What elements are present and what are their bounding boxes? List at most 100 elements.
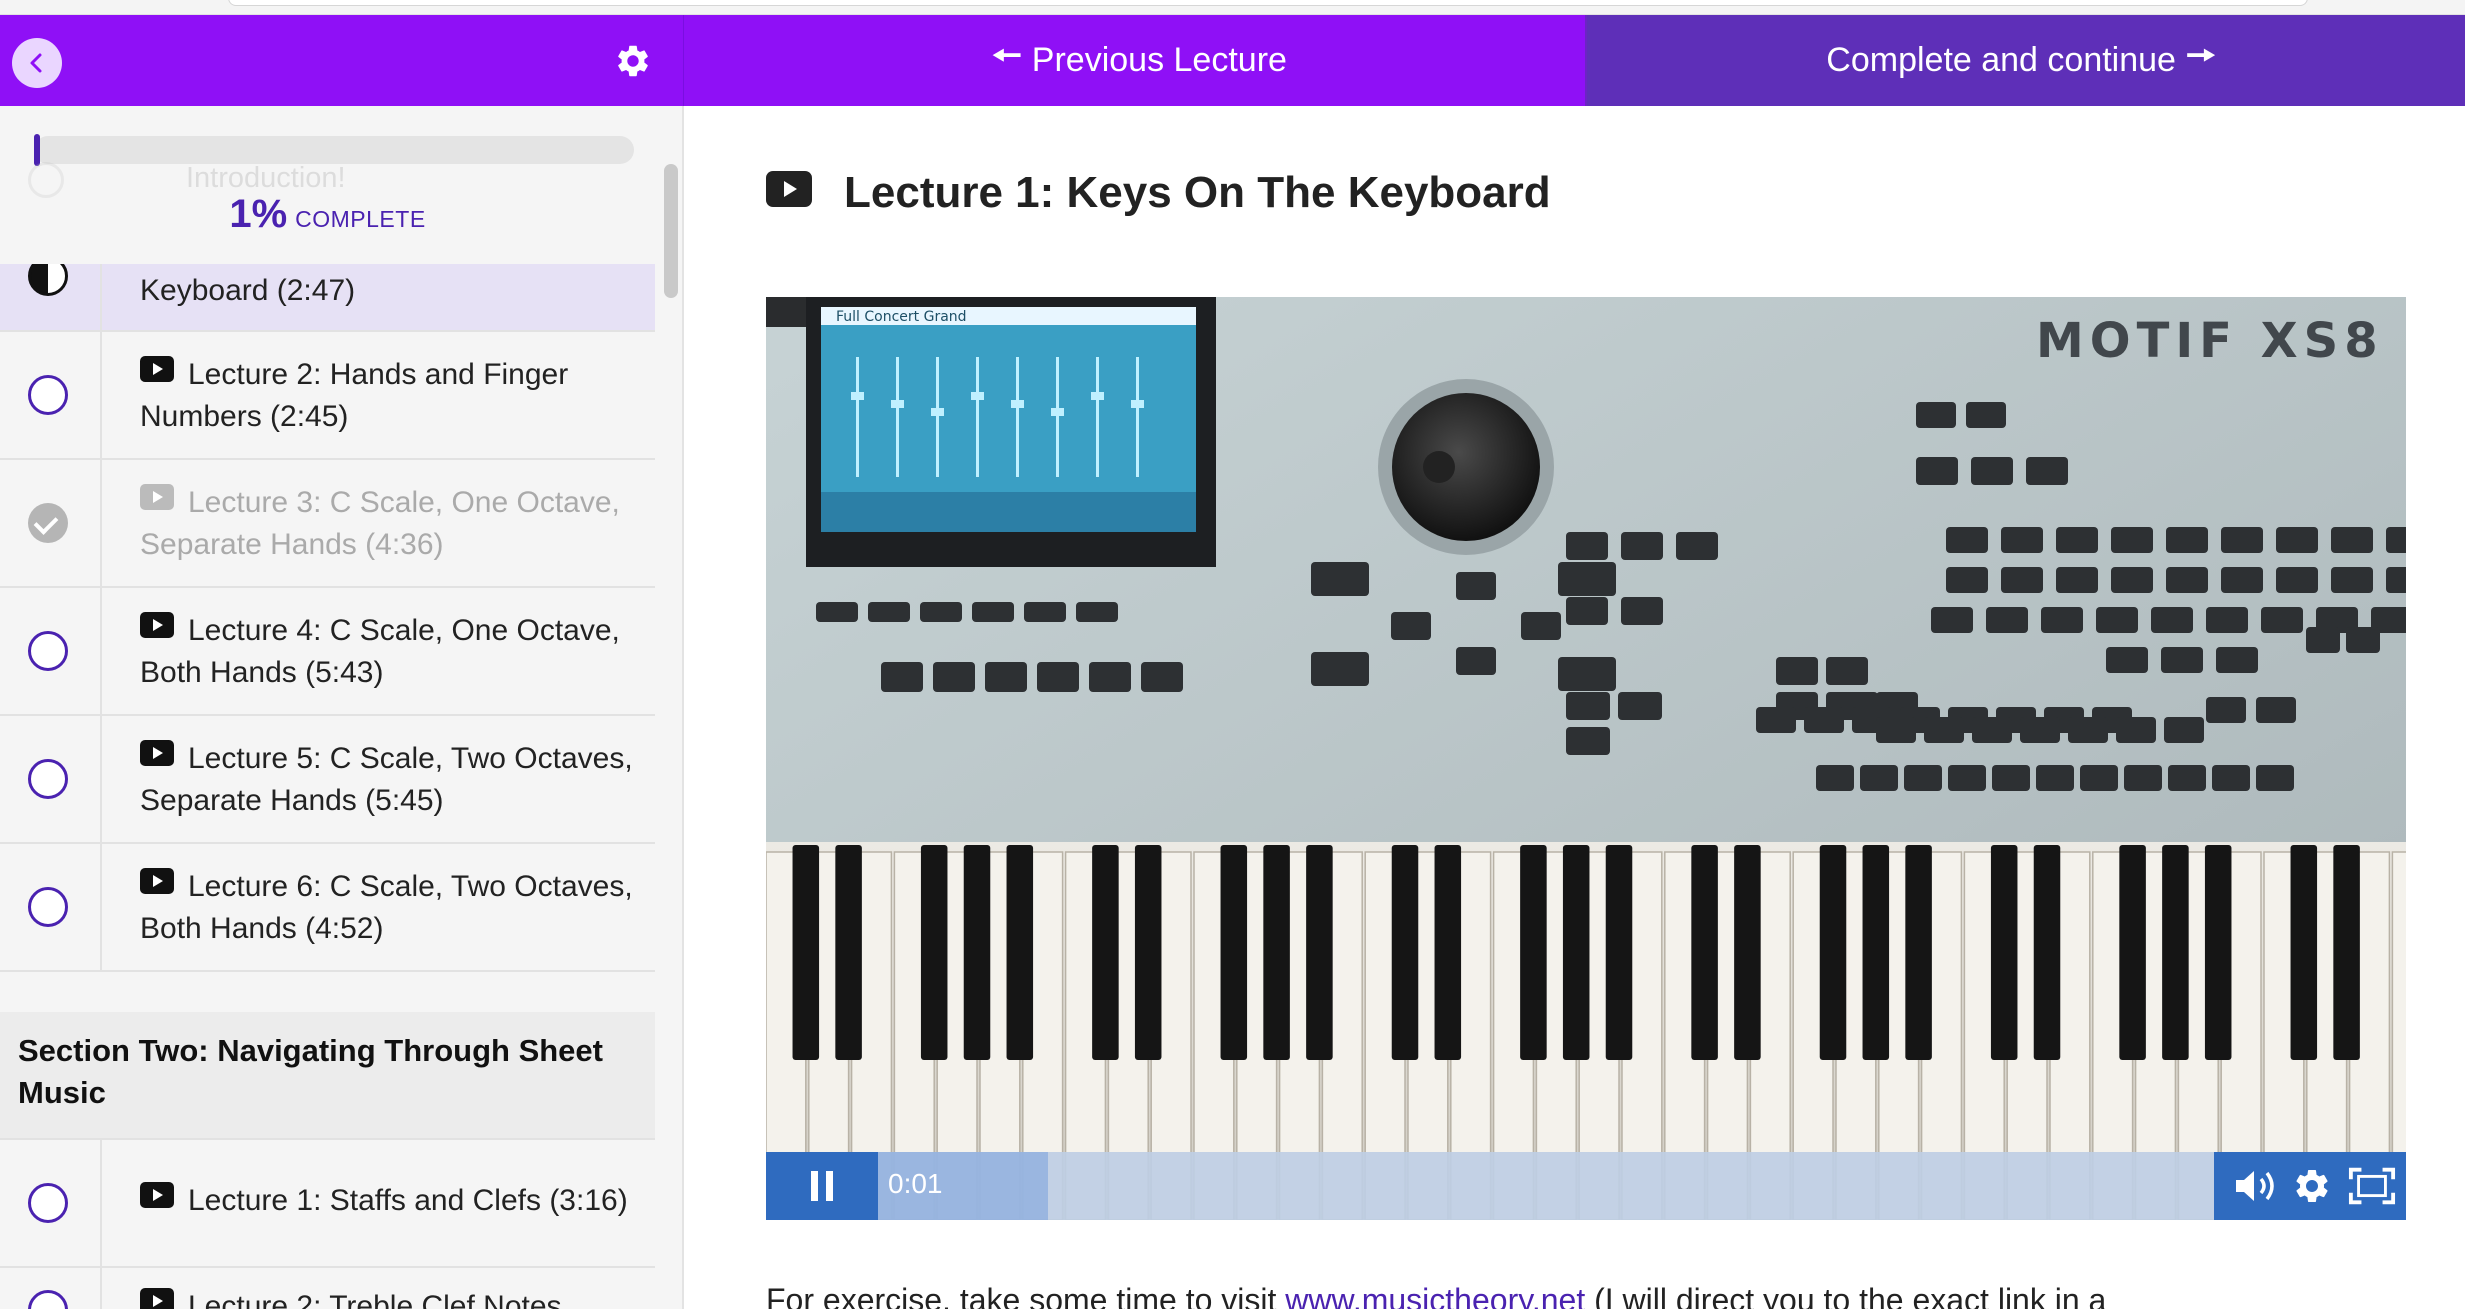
fullscreen-button[interactable]	[2348, 1162, 2396, 1210]
lesson-title: Lecture 2: Treble Clef Notes	[188, 1290, 562, 1309]
volume-button[interactable]	[2232, 1162, 2280, 1210]
youtube-play-icon	[766, 168, 812, 218]
lcd-slider-track	[856, 357, 859, 477]
synth-button	[1566, 692, 1610, 720]
synth-button	[1971, 457, 2013, 485]
synth-button	[1931, 607, 1973, 633]
progress-bar	[34, 134, 634, 166]
musictheory-link[interactable]: www.musictheory.net	[1285, 1282, 1585, 1309]
black-key	[2333, 845, 2360, 1060]
black-key	[1006, 845, 1034, 1060]
course-progress: 1% COMPLETE	[0, 106, 655, 264]
synth-button	[1566, 597, 1608, 625]
lcd-slider-track	[1096, 357, 1099, 477]
black-key	[2204, 845, 2232, 1060]
progress-label: COMPLETE	[295, 206, 426, 232]
black-key	[1605, 845, 1633, 1060]
black-key	[1391, 845, 1419, 1060]
synth-button	[2161, 647, 2203, 673]
video-player[interactable]: Full Concert Grand MOTIF XS8 0:01	[766, 297, 2406, 1220]
lcd-slider-track	[936, 357, 939, 477]
black-key	[1990, 845, 2018, 1060]
back-button[interactable]	[12, 38, 62, 88]
lecture-title: Lecture 1: Keys On The Keyboard	[844, 168, 1551, 217]
synth-button	[1037, 662, 1079, 692]
section-title: Section Two: Navigating Through Sheet Mu…	[18, 1033, 603, 1110]
lcd-slider-thumb	[1011, 400, 1024, 408]
lesson-title: Lecture 1: Staffs and Clefs (3:16)	[188, 1184, 628, 1217]
circle-icon	[28, 631, 68, 671]
lesson-title: Lecture 2: Hands and Finger Numbers (2:4…	[140, 358, 569, 433]
seek-bar[interactable]: 0:01	[878, 1152, 2214, 1220]
lesson-item[interactable]: Lecture 5: C Scale, Two Octaves, Separat…	[0, 716, 655, 844]
youtube-play-icon	[140, 352, 174, 394]
black-key	[1092, 845, 1119, 1060]
lcd-slider-thumb	[1051, 408, 1064, 416]
address-bar-edge	[228, 0, 2308, 6]
synth-button	[868, 602, 910, 622]
pause-icon	[811, 1171, 833, 1201]
pause-button[interactable]	[766, 1152, 878, 1220]
lcd-slider-track	[1136, 357, 1139, 477]
black-key	[835, 845, 862, 1060]
synth-button	[1946, 527, 1988, 553]
black-key	[792, 845, 820, 1060]
black-key	[1905, 845, 1932, 1060]
synth-button	[1860, 765, 1898, 791]
complete-continue-button[interactable]: Complete and continue 🠖	[1587, 15, 2465, 106]
lesson-item[interactable]: Lecture 2: Treble Clef Notes	[0, 1268, 655, 1309]
black-key	[1134, 845, 1162, 1060]
synth-button	[2001, 527, 2043, 553]
synth-button	[2206, 607, 2248, 633]
black-key	[2033, 845, 2061, 1060]
lesson-title: Lecture 4: C Scale, One Octave, Both Han…	[140, 614, 620, 689]
lesson-item[interactable]: Lecture 2: Hands and Finger Numbers (2:4…	[0, 332, 655, 460]
synth-button	[1904, 765, 1942, 791]
lesson-item[interactable]: Lecture 1: Staffs and Clefs (3:16)	[0, 1140, 655, 1268]
synth-button	[1946, 567, 1988, 593]
black-key	[1306, 845, 1333, 1060]
lcd-screen-text: Full Concert Grand	[836, 309, 967, 325]
youtube-play-icon	[140, 864, 174, 906]
synth-button	[1966, 402, 2006, 428]
lecture-description: For exercise, take some time to visit ww…	[766, 1282, 2465, 1309]
volume-icon	[2236, 1171, 2274, 1201]
lesson-item[interactable]: Lecture 4: C Scale, One Octave, Both Han…	[0, 588, 655, 716]
synth-button	[1916, 402, 1956, 428]
black-key	[2119, 845, 2146, 1060]
gear-icon[interactable]	[614, 42, 652, 80]
progress-text: 1% COMPLETE	[0, 192, 655, 237]
sidebar-header	[0, 15, 684, 106]
lcd-slider-track	[1016, 357, 1019, 477]
arrow-right-icon: 🠖	[2185, 37, 2216, 75]
sidebar-scrollbar[interactable]	[664, 164, 678, 298]
synth-button	[2056, 567, 2098, 593]
synth-button	[985, 662, 1027, 692]
synth-button	[2106, 647, 2148, 673]
chevron-left-icon	[30, 53, 42, 73]
synth-button	[2111, 527, 2153, 553]
previous-lecture-button[interactable]: 🠔 Previous Lecture	[684, 15, 1587, 106]
synth-button	[2221, 527, 2263, 553]
arrow-left-icon: 🠔	[992, 37, 1022, 75]
synth-brand-text: MOTIF XS8	[2036, 313, 2384, 369]
synth-button	[933, 662, 975, 692]
lesson-title: Lecture 6: C Scale, Two Octaves, Both Ha…	[140, 870, 633, 945]
synth-button	[1776, 657, 1818, 685]
lesson-item[interactable]: Lecture 3: C Scale, One Octave, Separate…	[0, 460, 655, 588]
lcd-slider-thumb	[891, 400, 904, 408]
lesson-item[interactable]: Lecture 6: C Scale, Two Octaves, Both Ha…	[0, 844, 655, 972]
current-time: 0:01	[888, 1168, 943, 1199]
synth-button	[1089, 662, 1131, 692]
progress-percent: 1%	[229, 192, 288, 236]
description-text-continued: (I will direct you to the exact link in …	[1585, 1282, 2107, 1309]
youtube-play-icon	[140, 608, 174, 650]
synth-button	[2386, 567, 2406, 593]
lecture-content: Lecture 1: Keys On The Keyboard Full Con…	[686, 106, 2465, 1309]
circle-icon	[28, 375, 68, 415]
settings-button[interactable]	[2288, 1162, 2336, 1210]
lcd-slider-track	[1056, 357, 1059, 477]
synth-button	[2124, 765, 2162, 791]
synth-button	[1826, 657, 1868, 685]
course-sidebar: 1%COMPLETE Introduction! Lecture 1: Keys…	[0, 106, 684, 1309]
